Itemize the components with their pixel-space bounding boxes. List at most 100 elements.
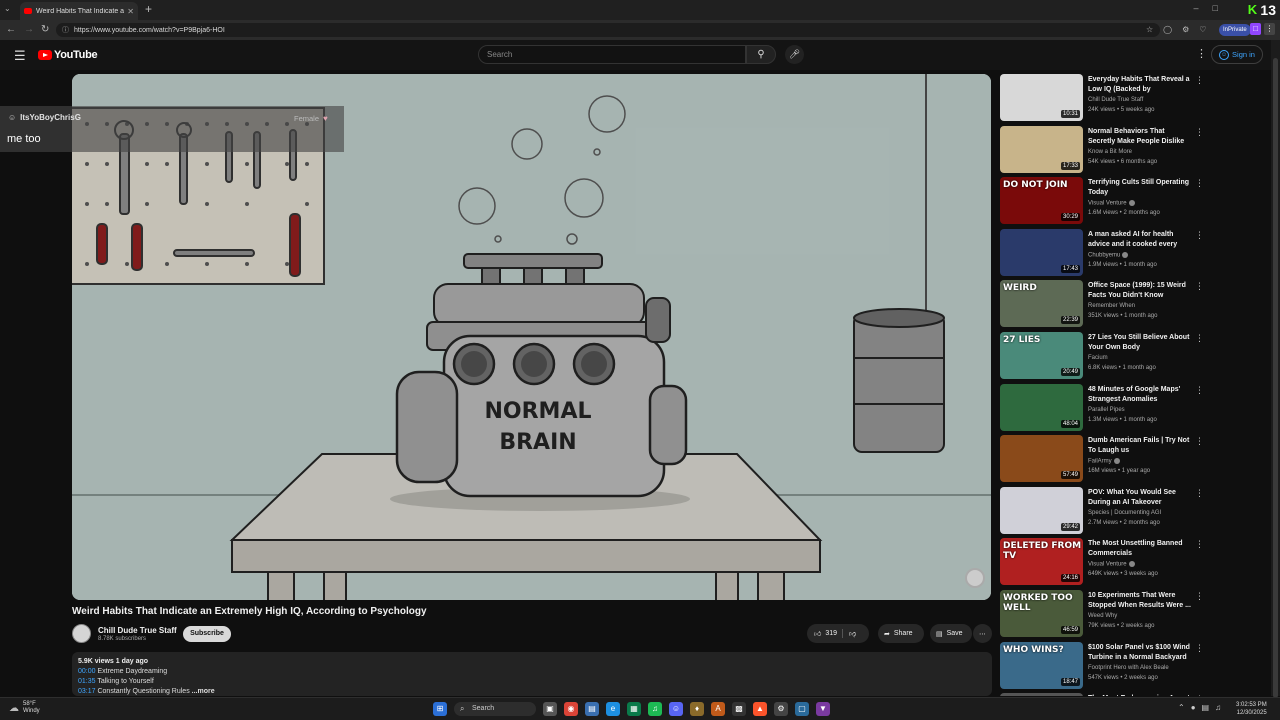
like-button[interactable]: 👍︎ 319 — [807, 629, 844, 638]
vpn-icon[interactable]: ▼ — [816, 702, 830, 716]
recommendation-menu-icon[interactable]: ⋮ — [1195, 230, 1204, 241]
recommendation-item[interactable]: 27 LIES 20:49 27 Lies You Still Believe Ab… — [1000, 332, 1210, 380]
edge-icon[interactable]: e — [606, 702, 620, 716]
recommendation-item[interactable]: DO NOT JOIN 30:29 Terrifying Cults Still O… — [1000, 177, 1210, 225]
discord-icon[interactable]: ☺ — [669, 702, 683, 716]
recommendation-menu-icon[interactable]: ⋮ — [1195, 333, 1204, 344]
tab-close-icon[interactable]: ✕ — [127, 7, 134, 16]
more-actions-button[interactable]: ⋯ — [973, 624, 992, 643]
recommendation-menu-icon[interactable]: ⋮ — [1195, 436, 1204, 447]
recommendation-title[interactable]: $100 Solar Panel vs $100 Wind Turbine in… — [1088, 643, 1192, 663]
windows-start-icon[interactable]: ⊞ — [433, 702, 447, 716]
recommendation-item[interactable]: 17:33 Normal Behaviors That Secretly Make… — [1000, 125, 1210, 174]
recommendation-thumbnail[interactable]: 29:42 — [1000, 486, 1083, 534]
recommendation-menu-icon[interactable]: ⋮ — [1195, 75, 1204, 86]
recommendation-item[interactable]: 17:43 A man asked AI for health advice an… — [1000, 228, 1210, 277]
inprivate-badge[interactable]: InPrivate — [1219, 24, 1251, 36]
recommendation-menu-icon[interactable]: ⋮ — [1195, 385, 1204, 396]
recommendation-menu-icon[interactable]: ⋮ — [1195, 539, 1204, 550]
task-view-icon[interactable]: ▣ — [543, 702, 557, 716]
chapter-timestamp[interactable]: 00:00 — [78, 668, 96, 675]
recommendation-menu-icon[interactable]: ⋮ — [1195, 643, 1204, 654]
recommendation-thumbnail[interactable]: WEIRD 22:39 — [1000, 280, 1083, 328]
weather-widget[interactable]: ☁ 58°F Windy — [9, 701, 40, 715]
terminal-icon[interactable]: ▩ — [732, 702, 746, 716]
search-button[interactable]: ⚲ — [746, 45, 776, 64]
voice-search-button[interactable]: 🎤︎ — [785, 45, 804, 64]
recommendation-title[interactable]: Terrifying Cults Still Operating Today — [1088, 178, 1192, 198]
spotify-icon[interactable]: ♫ — [648, 702, 662, 716]
photos-icon[interactable]: ▢ — [795, 702, 809, 716]
search-input[interactable]: Search — [478, 45, 746, 64]
recommendation-menu-icon[interactable]: ⋮ — [1195, 694, 1204, 696]
recommendation-menu-icon[interactable]: ⋮ — [1195, 178, 1204, 189]
recommendation-thumbnail[interactable] — [1000, 693, 1083, 696]
recommendation-thumbnail[interactable]: WORKED TOO WELL 46:59 — [1000, 590, 1083, 637]
recommendation-item[interactable]: 10:31 Everyday Habits That Reveal a Low I… — [1000, 74, 1210, 122]
recommendation-item[interactable]: DELETED FROM TV 24:16 The Most Unsettling … — [1000, 538, 1210, 586]
recommendation-title[interactable]: Office Space (1999): 15 Weird Facts You … — [1088, 281, 1192, 301]
sign-in-button[interactable]: ☺ Sign in — [1211, 45, 1263, 64]
twitch-extension-icons[interactable]: □ ⋮ — [1250, 23, 1275, 35]
file-explorer-icon[interactable]: ▤ — [585, 702, 599, 716]
video-player[interactable]: NORMAL BRAIN — [72, 74, 991, 600]
channel-name[interactable]: Chill Dude True Staff — [98, 626, 177, 635]
recommendation-menu-icon[interactable]: ⋮ — [1195, 591, 1204, 602]
extension-icons[interactable]: ☆◯⚙♡ — [1146, 25, 1216, 34]
recommendation-title[interactable]: A man asked AI for health advice and it … — [1088, 230, 1192, 250]
reload-icon[interactable]: ↻ — [41, 24, 49, 35]
recommendation-menu-icon[interactable]: ⋮ — [1195, 488, 1204, 499]
recommendation-title[interactable]: POV: What You Would See During an AI Tak… — [1088, 488, 1192, 508]
recommendation-item[interactable]: 29:42 POV: What You Would See During an A… — [1000, 486, 1210, 535]
recommendation-item[interactable]: The Most Embarrassing Arrest⋮ — [1000, 693, 1210, 696]
autoplay-toggle-icon[interactable] — [965, 568, 985, 588]
recommendation-menu-icon[interactable]: ⋮ — [1195, 281, 1204, 292]
settings-icon[interactable]: ⚙ — [774, 702, 788, 716]
recommendation-thumbnail[interactable]: DO NOT JOIN 30:29 — [1000, 177, 1083, 225]
spreadsheet-icon[interactable]: ▦ — [627, 702, 641, 716]
system-tray-icons[interactable]: ⌃●▤♫ — [1178, 703, 1227, 712]
recommendation-thumbnail[interactable]: 57:49 — [1000, 435, 1083, 483]
share-button[interactable]: ➦ Share — [878, 624, 924, 643]
recommendation-item[interactable]: WHO WINS? 18:47 $100 Solar Panel vs $100 W… — [1000, 641, 1210, 690]
taskbar-search[interactable]: Search — [454, 702, 536, 716]
recommendation-title[interactable]: Dumb American Fails | Try Not To Laugh u… — [1088, 436, 1192, 456]
twitch-icon[interactable]: □ — [1250, 23, 1261, 35]
page-scrollbar[interactable] — [1271, 40, 1280, 698]
site-info-icon[interactable]: ⓘ — [62, 25, 69, 35]
brave-icon[interactable]: ▲ — [753, 702, 767, 716]
new-tab-icon[interactable]: + — [145, 2, 152, 16]
recommendation-item[interactable]: 48:04 48 Minutes of Google Maps' Stranges… — [1000, 383, 1210, 432]
chapter-timestamp[interactable]: 01:35 — [78, 678, 96, 685]
recommendation-title[interactable]: The Most Unsettling Banned Commercials — [1088, 539, 1192, 559]
tab-list-chevron-icon[interactable]: ⌄ — [4, 4, 11, 13]
editor-icon[interactable]: A — [711, 702, 725, 716]
chrome-icon[interactable]: ◉ — [564, 702, 578, 716]
back-arrow-icon[interactable]: ← — [6, 24, 16, 35]
url-field[interactable]: ⓘ https://www.youtube.com/watch?v=P9Bpja… — [56, 23, 1160, 37]
recommendation-menu-icon[interactable]: ⋮ — [1195, 127, 1204, 138]
recommendation-title[interactable]: The Most Embarrassing Arrest — [1088, 694, 1192, 696]
recommendation-thumbnail[interactable]: 17:33 — [1000, 125, 1083, 173]
description-box[interactable]: 5.9K views 1 day ago 00:00 Extreme Daydr… — [72, 652, 992, 696]
description-more-link[interactable]: ...more — [192, 688, 215, 695]
settings-more-icon[interactable]: ⋮ — [1196, 47, 1207, 60]
save-button[interactable]: ▤ Save — [930, 624, 972, 643]
subscribe-button[interactable]: Subscribe — [183, 626, 231, 642]
youtube-logo[interactable]: YouTube — [38, 49, 98, 61]
dislike-button[interactable]: 👎︎ — [843, 629, 856, 638]
recommendation-thumbnail[interactable]: 10:31 — [1000, 74, 1083, 121]
recommendation-item[interactable]: 57:49 Dumb American Fails | Try Not To La… — [1000, 435, 1210, 483]
browser-tab[interactable]: Weird Habits That Indicate an Extr ✕ — [20, 2, 138, 20]
scrollbar-thumb[interactable] — [1273, 58, 1278, 698]
recommendation-title[interactable]: Everyday Habits That Reveal a Low IQ (Ba… — [1088, 75, 1192, 95]
hamburger-menu-icon[interactable]: ☰ — [14, 48, 26, 64]
recommendation-thumbnail[interactable]: 17:43 — [1000, 228, 1083, 276]
forward-arrow-icon[interactable]: → — [24, 24, 34, 35]
system-clock[interactable]: 3:02:53 PM 12/30/2025 — [1236, 701, 1267, 717]
menu-icon[interactable]: ⋮ — [1264, 23, 1275, 35]
recommendation-title[interactable]: 10 Experiments That Were Stopped When Re… — [1088, 591, 1192, 611]
window-controls[interactable]: –□ — [1194, 3, 1232, 13]
recommendation-title[interactable]: 48 Minutes of Google Maps' Strangest Ano… — [1088, 385, 1192, 405]
recommendation-thumbnail[interactable]: 48:04 — [1000, 383, 1083, 431]
